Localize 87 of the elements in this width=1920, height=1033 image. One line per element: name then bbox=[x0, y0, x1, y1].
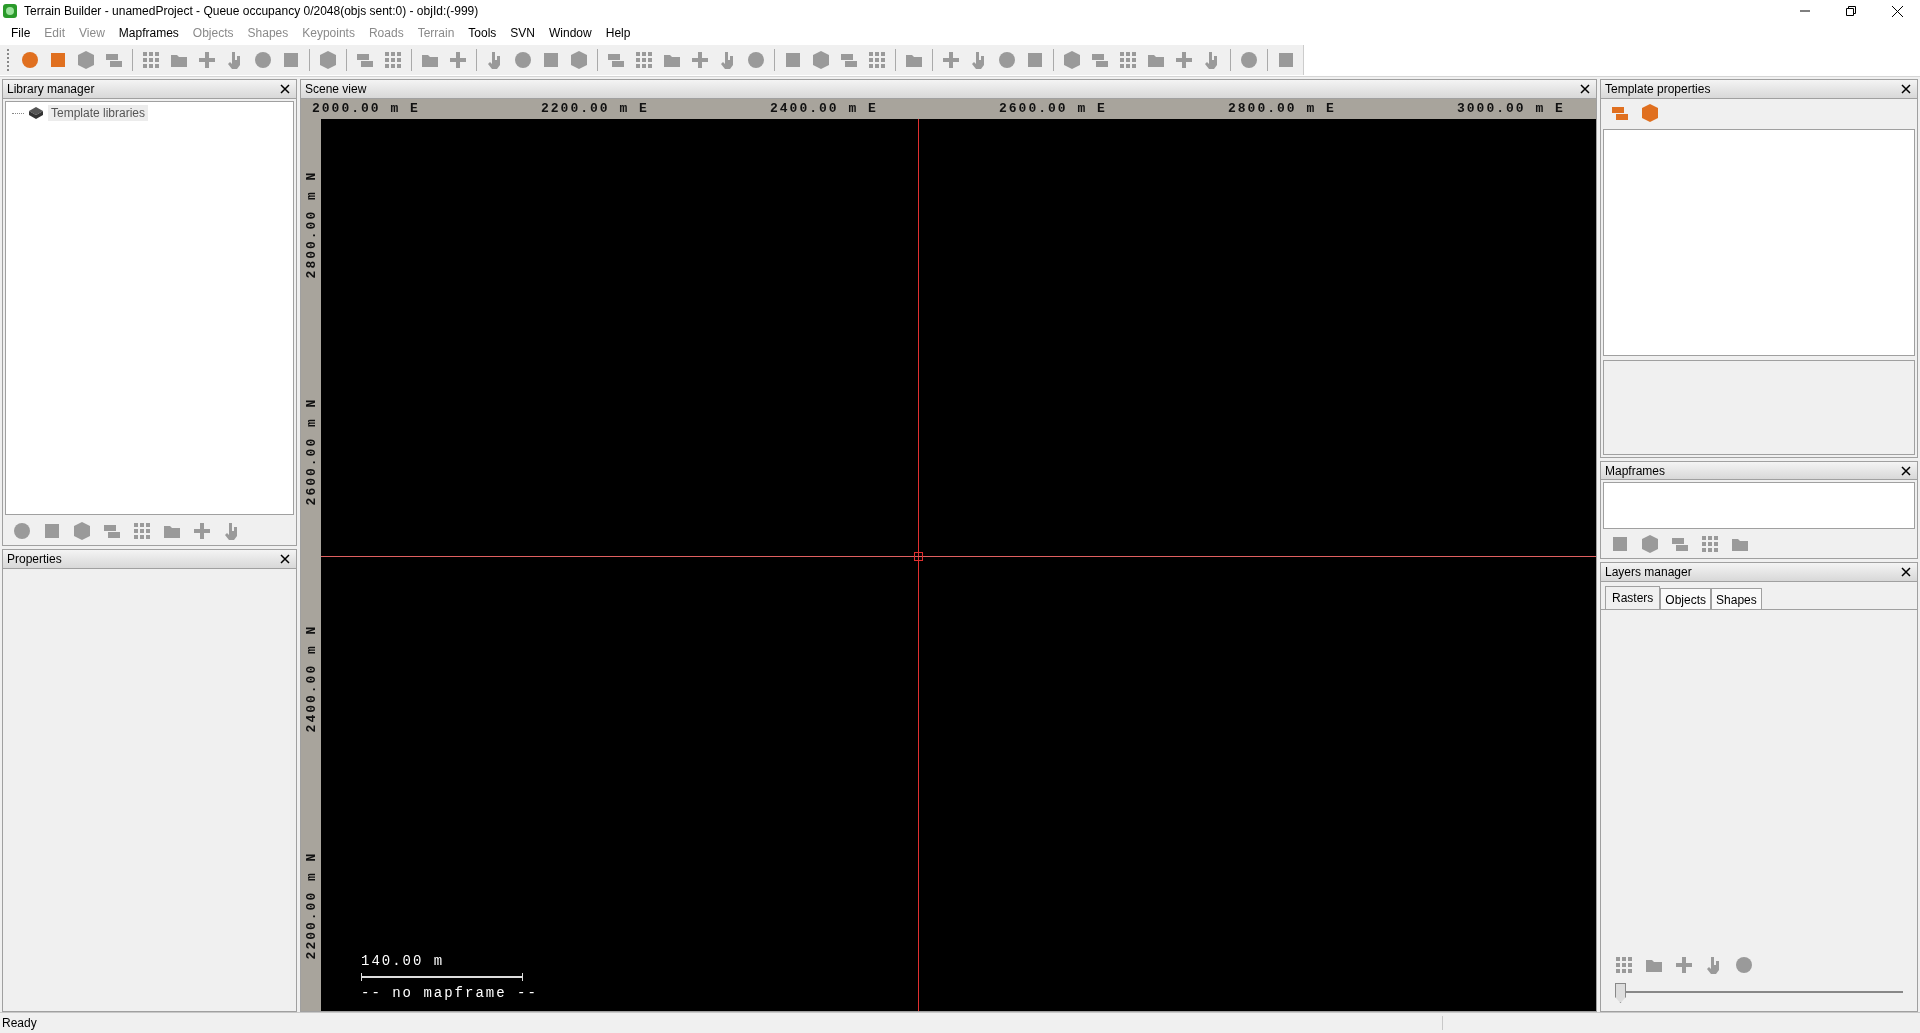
tab[interactable]: Objects bbox=[1660, 588, 1712, 609]
close-icon bbox=[1901, 465, 1911, 476]
close-button[interactable] bbox=[278, 82, 292, 96]
circle-icon bbox=[12, 521, 32, 541]
circle-icon bbox=[253, 50, 273, 70]
grid-icon bbox=[1118, 50, 1138, 70]
mapframe-label: -- no mapframe -- bbox=[361, 985, 538, 1001]
square-icon bbox=[48, 50, 68, 70]
circle-icon bbox=[513, 50, 533, 70]
circle-icon bbox=[20, 50, 40, 70]
circle-icon bbox=[997, 50, 1017, 70]
square-icon bbox=[42, 521, 62, 541]
plus-icon bbox=[192, 521, 212, 541]
close-button[interactable] bbox=[1899, 565, 1913, 579]
panel-title: Scene view bbox=[305, 82, 367, 96]
square-icon bbox=[1025, 50, 1045, 70]
hex-icon bbox=[811, 50, 831, 70]
tree-item[interactable]: Template libraries bbox=[48, 105, 149, 121]
hex-icon bbox=[72, 521, 92, 541]
hex-icon bbox=[318, 50, 338, 70]
square-icon bbox=[541, 50, 561, 70]
menu-item[interactable]: Tools bbox=[461, 23, 504, 43]
close-button[interactable] bbox=[278, 552, 292, 566]
tab[interactable]: Shapes bbox=[1711, 588, 1762, 609]
ruler-label: 2800.00 m E bbox=[1228, 101, 1336, 116]
square-icon bbox=[1276, 50, 1296, 70]
close-button[interactable] bbox=[1899, 463, 1913, 478]
hex-icon bbox=[1640, 534, 1660, 555]
ruler-label: 2400.00 m E bbox=[770, 101, 878, 116]
ruler-label: 2800.00 m N bbox=[303, 169, 319, 281]
ruler-label: 2600.00 m E bbox=[999, 101, 1107, 116]
close-icon bbox=[1580, 84, 1590, 94]
circle-icon bbox=[1734, 955, 1754, 975]
close-icon bbox=[1901, 84, 1911, 94]
plus-icon bbox=[941, 50, 961, 70]
close-icon bbox=[280, 84, 290, 94]
scene-canvas[interactable]: 140.00 m -- no mapframe -- bbox=[321, 119, 1596, 1011]
app-icon bbox=[2, 3, 18, 19]
menu-item[interactable]: Mapframes bbox=[111, 23, 186, 43]
hex-icon bbox=[76, 50, 96, 70]
menu-item[interactable]: File bbox=[4, 23, 38, 43]
ruler-label: 2600.00 m N bbox=[303, 396, 319, 508]
panel-title: Template properties bbox=[1605, 82, 1711, 96]
grid-icon bbox=[383, 50, 403, 70]
close-icon bbox=[1891, 5, 1903, 17]
hex-icon bbox=[1062, 50, 1082, 70]
grid-icon bbox=[132, 521, 152, 541]
ruler-label: 2200.00 m E bbox=[541, 101, 649, 116]
square-icon bbox=[783, 50, 803, 70]
window-title: Terrain Builder - unamedProject - Queue occupancy 0/2048(objs sent:0) - objId:(-999) bbox=[24, 4, 480, 18]
grid-icon bbox=[867, 50, 887, 70]
circle-icon bbox=[1239, 50, 1259, 70]
ruler-label: 2200.00 m N bbox=[303, 850, 319, 962]
menu-item[interactable]: Window bbox=[542, 23, 599, 43]
grid-icon bbox=[1614, 955, 1634, 975]
hex-icon bbox=[569, 50, 589, 70]
close-icon bbox=[280, 554, 290, 564]
status-text: Ready bbox=[0, 1016, 1443, 1030]
scale-label: 140.00 m bbox=[361, 953, 446, 969]
plus-icon bbox=[448, 50, 468, 70]
panel-title: Library manager bbox=[7, 82, 95, 96]
grid-icon bbox=[141, 50, 161, 70]
ruler-label: 2400.00 m N bbox=[303, 623, 319, 735]
plus-icon bbox=[197, 50, 217, 70]
grid-icon bbox=[634, 50, 654, 70]
grid-icon bbox=[1700, 534, 1720, 555]
crosshair-marker bbox=[914, 552, 923, 561]
close-button[interactable] bbox=[1578, 82, 1592, 96]
panel-title: Mapframes bbox=[1605, 463, 1666, 478]
close-icon bbox=[1901, 567, 1911, 577]
plus-icon bbox=[1174, 50, 1194, 70]
square-icon bbox=[281, 50, 301, 70]
plus-icon bbox=[1674, 955, 1694, 975]
menu-item[interactable]: Help bbox=[598, 23, 638, 43]
slider-thumb[interactable] bbox=[1615, 983, 1626, 1003]
circle-icon bbox=[746, 50, 766, 70]
tab[interactable]: Rasters bbox=[1605, 586, 1661, 609]
plus-icon bbox=[690, 50, 710, 70]
restore-icon bbox=[1846, 6, 1856, 16]
panel-title: Layers manager bbox=[1605, 565, 1692, 579]
ruler-label: 2000.00 m E bbox=[312, 101, 420, 116]
ruler-label: 3000.00 m E bbox=[1457, 101, 1565, 116]
book-icon bbox=[28, 106, 44, 120]
panel-title: Properties bbox=[7, 552, 62, 566]
hex-icon bbox=[1640, 103, 1660, 123]
close-button[interactable] bbox=[1899, 82, 1913, 96]
menu-item[interactable]: SVN bbox=[503, 23, 543, 43]
